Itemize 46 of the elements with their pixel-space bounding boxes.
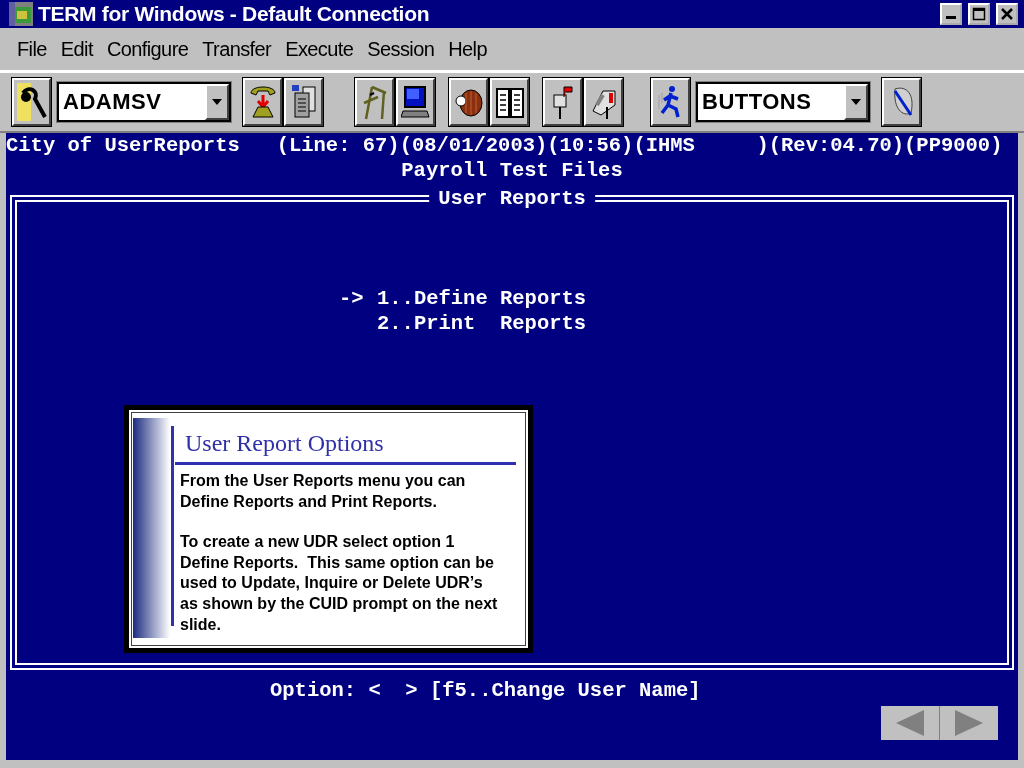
menu-item[interactable]: Edit	[60, 37, 93, 61]
dropdown-button[interactable]	[844, 84, 868, 120]
callout-text: From the User Reports menu you can Define Reports and Print Reports.	[180, 471, 467, 512]
close-icon	[1000, 7, 1014, 21]
window-title: TERM for Windows - Default Connection	[38, 2, 431, 26]
button-set-dropdown[interactable]: BUTTONS	[696, 82, 870, 122]
toolbar-button[interactable]	[12, 78, 51, 126]
caret-icon	[851, 99, 861, 105]
menu-item[interactable]: Transfer	[202, 37, 272, 61]
monitor-icon	[400, 83, 431, 121]
toolbar-button[interactable]	[355, 78, 394, 126]
close-button[interactable]	[996, 3, 1018, 25]
app-icon	[8, 1, 34, 27]
right-arrow-icon	[955, 710, 983, 736]
screen-subtitle: Payroll Test Files	[400, 158, 624, 183]
callout-title: User Report Options	[185, 429, 385, 458]
toolbar-button[interactable]	[243, 78, 282, 126]
toolbar-button[interactable]	[651, 78, 690, 126]
caret-icon	[212, 99, 222, 105]
menu-option[interactable]: 2..Print Reports	[377, 311, 587, 336]
menu-item[interactable]: File	[17, 37, 47, 61]
toolbar-button[interactable]	[396, 78, 435, 126]
left-arrow-icon	[896, 710, 924, 736]
selection-cursor: ->	[339, 287, 364, 310]
toolbar-button[interactable]	[584, 78, 623, 126]
phone-icon	[247, 83, 278, 121]
toolbar-button[interactable]	[284, 78, 323, 126]
session-dropdown[interactable]: ADAMSV	[57, 82, 231, 122]
menu-option[interactable]: 1..Define Reports	[377, 286, 587, 311]
toolbar-button[interactable]	[882, 78, 921, 126]
option-prompt: Option: < > [f5..Change User Name]	[269, 678, 702, 703]
handset-icon	[16, 83, 47, 121]
maximize-button[interactable]	[968, 3, 990, 25]
toolbar-button[interactable]	[449, 78, 488, 126]
maximize-icon	[972, 7, 986, 21]
minimize-button[interactable]	[940, 3, 962, 25]
toolbar-button[interactable]	[543, 78, 582, 126]
toolbar-button[interactable]	[490, 78, 529, 126]
menu-item[interactable]: Help	[448, 37, 487, 61]
menu-item[interactable]: Execute	[285, 37, 354, 61]
status-line: City of UserReports (Line: 67)(08/01/2003)(10:56)(IHMS )(Rev:04.70)(PP9000)	[6, 133, 1004, 158]
menu-item[interactable]: Configure	[106, 37, 189, 61]
dropdown-button[interactable]	[205, 84, 229, 120]
callout-text: To create a new UDR select option 1 Define Reports. This same option can be used to Update, Inquire or Delete UDR’s as shown by the CUID prompt on the next slide.	[180, 532, 498, 635]
minimize-icon	[946, 16, 956, 19]
menu-item[interactable]: Session	[367, 37, 435, 61]
